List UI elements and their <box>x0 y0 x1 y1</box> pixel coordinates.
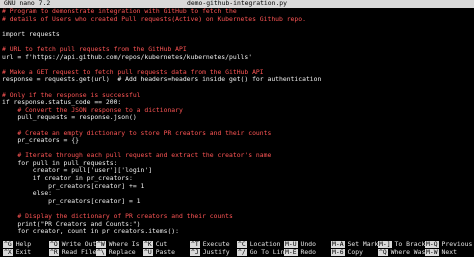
shortcut-redo[interactable]: M-E Redo <box>284 248 316 257</box>
shortcut-key: M-E <box>284 248 298 256</box>
shortcut-key: M-A <box>331 240 345 248</box>
shortcut-key: ^U <box>143 248 153 256</box>
shortcut-label: Replace <box>108 248 136 256</box>
shortcut-key: M-] <box>378 240 392 248</box>
shortcut-label: Cut <box>155 240 168 248</box>
nano-title-bar: GNU nano 7.2 demo-github-integration.py <box>0 0 474 8</box>
code-line[interactable]: pr_creators[creator] += 1 <box>0 182 474 191</box>
shortcut-paste[interactable]: ^U Paste <box>143 248 175 257</box>
shortcut-label: Set Mark <box>347 240 379 248</box>
shortcut-key: ^C <box>237 240 247 248</box>
shortcut-label: Read File <box>61 248 97 256</box>
shortcut-bar: ^G Help ^O Write Out ^W Where Is ^K Cut ^T Execut… <box>0 240 474 257</box>
code-line[interactable]: for creator, count in pr_creators.items(… <box>0 228 474 234</box>
shortcut-label: Where Is <box>108 240 140 248</box>
code-line[interactable]: response = requests.get(url) # Add heade… <box>0 76 474 84</box>
shortcut-label: Location <box>249 240 281 248</box>
code-line[interactable]: pr_creators = {} <box>0 136 474 145</box>
shortcut-key: ^/ <box>237 248 247 256</box>
shortcut-replace[interactable]: ^\ Replace <box>96 248 136 257</box>
shortcut-key: ^K <box>143 240 153 248</box>
shortcut-key: ^R <box>49 248 59 256</box>
shortcut-read-file[interactable]: ^R Read File <box>49 248 97 257</box>
shortcut-key: ^O <box>49 240 59 248</box>
shortcut-label: Exit <box>15 248 32 256</box>
shortcut-key: ^\ <box>96 248 106 256</box>
code-line[interactable] <box>0 23 474 31</box>
shortcut-label: Previous <box>441 240 473 248</box>
shortcut-key: ^W <box>96 240 106 248</box>
shortcut-label: Execute <box>202 240 230 248</box>
shortcut-key: ^Q <box>378 248 388 256</box>
shortcut-where-was[interactable]: ^Q Where Was <box>378 248 426 257</box>
shortcut-key: M-Q <box>425 240 439 248</box>
shortcut-exit[interactable]: ^X Exit <box>3 248 32 257</box>
shortcut-label: Justify <box>202 248 230 256</box>
shortcut-label: Redo <box>300 248 316 256</box>
shortcut-label: Next <box>441 248 457 256</box>
code-line[interactable]: # details of Users who created Pull requ… <box>0 15 474 24</box>
shortcut-label: Help <box>15 240 32 248</box>
shortcut-label: Copy <box>347 248 363 256</box>
shortcut-key: ^X <box>3 248 13 256</box>
shortcut-key: ^G <box>3 240 13 248</box>
shortcut-label: Paste <box>155 248 175 256</box>
shortcut-key: ^J <box>190 248 200 256</box>
terminal-window: GNU nano 7.2 demo-github-integration.py … <box>0 0 474 257</box>
shortcut-key: ^T <box>190 240 200 248</box>
code-line[interactable]: pr_creators[creator] = 1 <box>0 197 474 206</box>
file-name: demo-github-integration.py <box>186 0 288 7</box>
shortcut-copy[interactable]: M-6 Copy <box>331 248 363 257</box>
shortcut-go-to-line[interactable]: ^/Go To Line <box>237 248 289 257</box>
shortcut-label: Go To Line <box>249 248 289 256</box>
code-line[interactable]: import requests <box>0 30 474 39</box>
shortcut-row-bottom: ^X Exit ^R Read File ^\ Replace ^U Paste ^J Justi… <box>0 248 474 257</box>
shortcut-label: Undo <box>300 240 316 248</box>
code-editor[interactable]: # Program to demonstrate integration wit… <box>0 8 474 234</box>
shortcut-label: Where Was <box>390 248 426 256</box>
shortcut-key: M-U <box>284 240 298 248</box>
code-line[interactable]: pull_requests = response.json() <box>0 114 474 122</box>
shortcut-key: M-6 <box>331 248 345 256</box>
code-line[interactable]: url = f'https://api.github.com/repos/kub… <box>0 53 474 62</box>
shortcut-label: Write Out <box>61 240 97 248</box>
shortcut-justify[interactable]: ^J Justify <box>190 248 230 257</box>
shortcut-key: M-W <box>425 248 439 256</box>
shortcut-next[interactable]: M-W Next <box>425 248 457 257</box>
